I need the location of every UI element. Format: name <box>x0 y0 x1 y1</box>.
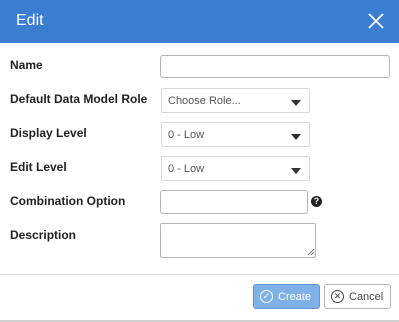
chevron-down-icon <box>291 168 301 174</box>
name-label: Name <box>10 58 43 72</box>
x-circle-icon: ✕ <box>331 290 344 303</box>
display-level-select[interactable]: 0 - Low <box>161 122 310 147</box>
default-role-select[interactable]: Choose Role... <box>161 88 310 113</box>
display-level-value: 0 - Low <box>168 129 205 141</box>
create-button[interactable]: ✓ Create <box>253 284 320 309</box>
chevron-down-icon <box>291 134 301 140</box>
edit-level-value: 0 - Low <box>168 163 205 175</box>
combination-option-input[interactable] <box>160 190 308 214</box>
description-label: Description <box>10 228 77 242</box>
edit-level-label: Edit Level <box>10 160 67 174</box>
name-input[interactable] <box>160 55 390 78</box>
footer-divider <box>0 274 399 275</box>
check-circle-icon: ✓ <box>260 290 273 303</box>
dialog-title: Edit <box>16 12 44 29</box>
question-icon[interactable]: ? <box>311 196 322 207</box>
chevron-down-icon <box>291 100 301 106</box>
close-icon[interactable] <box>367 12 385 30</box>
description-textarea[interactable] <box>160 223 316 258</box>
display-level-label: Display Level <box>10 126 87 140</box>
cancel-button-label: Cancel <box>349 291 384 303</box>
create-button-label: Create <box>278 291 312 303</box>
edit-level-select[interactable]: 0 - Low <box>161 156 310 181</box>
edit-dialog: Edit Name Default Data Model Role Choose… <box>0 0 399 322</box>
cancel-button[interactable]: ✕ Cancel <box>324 284 391 309</box>
resize-handle-icon[interactable] <box>307 248 315 256</box>
dialog-header: Edit <box>0 0 399 43</box>
default-role-label: Default Data Model Role <box>10 92 148 106</box>
default-role-value: Choose Role... <box>168 95 241 107</box>
combination-option-label: Combination Option <box>10 194 126 208</box>
